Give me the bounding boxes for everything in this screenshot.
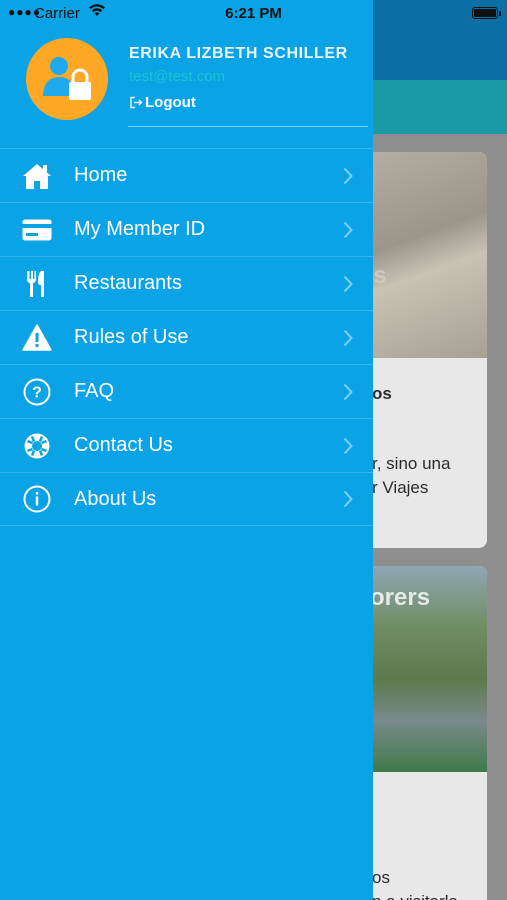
card-text: n a visitarla (372, 892, 458, 900)
logout-button[interactable]: Logout (129, 94, 196, 111)
side-menu: ERIKA LIZBETH SCHILLER test@test.com Log… (0, 0, 373, 900)
user-lock-icon (43, 57, 91, 100)
menu-item-about-us[interactable]: About Us (0, 472, 373, 526)
menu-list: Home My Member ID Restaurants Rules of U… (0, 148, 373, 526)
card-title: os (372, 384, 392, 403)
avatar[interactable] (26, 38, 108, 120)
chevron-right-icon (343, 166, 355, 186)
menu-item-member-id[interactable]: My Member ID (0, 202, 373, 256)
warning-icon (21, 322, 53, 354)
menu-item-label: Restaurants (74, 272, 182, 294)
battery-icon (472, 7, 501, 19)
question-circle-icon: ? (21, 376, 53, 408)
card-text: r Viajes (372, 478, 429, 497)
id-card-icon (21, 214, 53, 246)
life-ring-icon (21, 430, 53, 462)
menu-item-home[interactable]: Home (0, 148, 373, 202)
card-text: r, sino una (372, 454, 451, 473)
svg-text:?: ? (32, 384, 42, 401)
menu-item-label: Rules of Use (74, 326, 189, 348)
utensils-icon (21, 268, 53, 300)
chevron-right-icon (343, 220, 355, 240)
logout-label: Logout (145, 94, 196, 111)
chevron-right-icon (343, 328, 355, 348)
chevron-right-icon (343, 436, 355, 456)
home-icon (21, 160, 53, 192)
status-bar: ●●●● Carrier 6:21 PM (0, 0, 507, 26)
menu-item-rules-of-use[interactable]: Rules of Use (0, 310, 373, 364)
menu-item-label: Contact Us (74, 434, 173, 456)
user-name: ERIKA LIZBETH SCHILLER (129, 45, 348, 62)
chevron-right-icon (343, 274, 355, 294)
logout-icon (129, 96, 143, 109)
menu-item-label: Home (74, 164, 128, 186)
menu-item-label: About Us (74, 487, 157, 510)
user-email: test@test.com (129, 68, 226, 85)
chevron-right-icon (343, 489, 355, 509)
menu-item-restaurants[interactable]: Restaurants (0, 256, 373, 310)
chevron-right-icon (343, 382, 355, 402)
divider (128, 126, 368, 127)
menu-item-contact-us[interactable]: Contact Us (0, 418, 373, 472)
info-circle-icon (21, 483, 53, 515)
card-logo: orers (370, 584, 431, 611)
menu-item-label: My Member ID (74, 218, 206, 240)
menu-item-label: FAQ (74, 380, 115, 402)
menu-item-faq[interactable]: ? FAQ (0, 364, 373, 418)
card-text: os (372, 868, 390, 887)
clock: 6:21 PM (225, 5, 282, 22)
